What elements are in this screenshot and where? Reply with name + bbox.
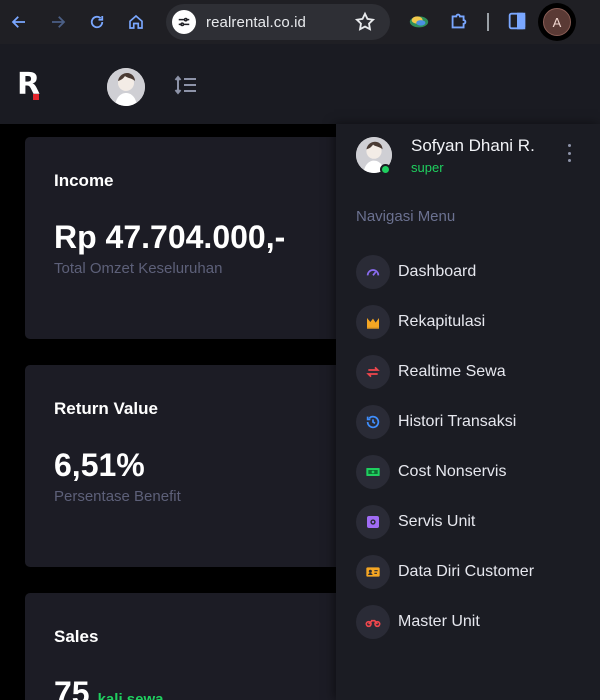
menu-item-icon-wrap	[356, 305, 390, 339]
card-title: Return Value	[54, 399, 158, 418]
card-value-row: 75 kali sewa	[54, 675, 163, 700]
card-inline-subtitle: kali sewa	[97, 691, 164, 700]
profile-initial: A	[543, 8, 571, 36]
settings-cog-icon	[367, 516, 379, 528]
id-card-icon	[366, 567, 380, 577]
menu-item-dashboard[interactable]: Dashboard	[356, 254, 586, 290]
site-info-button[interactable]	[172, 10, 196, 34]
profile-button[interactable]: A	[538, 3, 576, 41]
menu-item-rekapitulasi[interactable]: Rekapitulasi	[356, 304, 586, 340]
user-dropdown-menu: Sofyan Dhani R. super Navigasi Menu Dash…	[336, 124, 600, 700]
arrow-right-icon	[52, 16, 66, 28]
sales-card: Sales 75 kali sewa	[25, 593, 355, 700]
bookmark-button[interactable]	[354, 11, 376, 33]
puzzle-icon	[451, 13, 467, 29]
menu-item-label: Cost Nonservis	[398, 463, 507, 480]
logo-dot	[33, 94, 39, 100]
history-icon	[366, 415, 380, 429]
side-panel-button[interactable]	[506, 10, 528, 32]
header-avatar[interactable]	[107, 68, 145, 106]
card-value: Rp 47.704.000,-	[54, 219, 286, 255]
home-button[interactable]	[122, 8, 150, 36]
back-button[interactable]	[5, 8, 33, 36]
card-value: 6,51%	[54, 447, 145, 483]
toolbar-divider	[487, 13, 489, 31]
star-icon	[354, 11, 376, 31]
menu-item-realtime-sewa[interactable]: Realtime Sewa	[356, 354, 586, 390]
extensions-menu-button[interactable]	[448, 10, 470, 32]
menu-item-icon-wrap	[356, 505, 390, 539]
menu-heading: Navigasi Menu	[356, 208, 456, 225]
menu-item-icon-wrap	[356, 455, 390, 489]
chart-area-icon	[367, 318, 379, 329]
arrow-left-icon	[11, 16, 25, 28]
menu-item-label: Realtime Sewa	[398, 363, 506, 380]
kebab-dot-icon	[567, 151, 571, 155]
user-name: Sofyan Dhani R.	[411, 136, 535, 155]
kebab-dot-icon	[567, 144, 571, 147]
kebab-dot-icon	[567, 159, 571, 162]
more-options-button[interactable]	[564, 144, 574, 162]
menu-item-icon-wrap	[356, 355, 390, 389]
app-header: R	[0, 44, 600, 124]
speedometer-icon	[366, 269, 380, 276]
menu-item-histori-transaksi[interactable]: Histori Transaksi	[356, 404, 586, 440]
menu-item-label: Dashboard	[398, 263, 477, 280]
menu-item-label: Rekapitulasi	[398, 313, 486, 330]
sort-lines-icon	[174, 75, 196, 95]
tune-icon	[178, 17, 190, 27]
sort-toggle-button[interactable]	[174, 72, 198, 98]
menu-item-label: Data Diri Customer	[398, 563, 535, 580]
card-subtitle: Total Omzet Keseluruhan	[54, 260, 223, 277]
card-subtitle: Persentase Benefit	[54, 488, 181, 505]
swap-arrows-icon	[366, 366, 380, 378]
extension-button[interactable]	[408, 10, 430, 32]
online-status-dot	[380, 164, 391, 175]
menu-item-label: Master Unit	[398, 613, 480, 630]
menu-item-icon-wrap	[356, 605, 390, 639]
card-title: Sales	[54, 627, 99, 646]
home-icon	[129, 14, 143, 29]
menu-item-label: Histori Transaksi	[398, 413, 517, 430]
menu-item-data-diri-customer[interactable]: Data Diri Customer	[356, 554, 586, 590]
menu-item-icon-wrap	[356, 405, 390, 439]
menu-item-icon-wrap	[356, 555, 390, 589]
menu-item-master-unit[interactable]: Master Unit	[356, 604, 586, 640]
motorbike-icon	[365, 619, 381, 628]
browser-toolbar: realrental.co.id A	[0, 0, 600, 44]
return-value-card: Return Value 6,51% Persentase Benefit	[25, 365, 355, 567]
reload-button[interactable]	[83, 8, 111, 36]
user-role: super	[411, 160, 444, 175]
card-title: Income	[54, 171, 114, 190]
url-text: realrental.co.id	[206, 14, 306, 31]
income-card: Income Rp 47.704.000,- Total Omzet Kesel…	[25, 137, 355, 339]
menu-item-cost-nonservis[interactable]: Cost Nonservis	[356, 454, 586, 490]
money-icon	[366, 468, 380, 476]
forward-button[interactable]	[44, 8, 72, 36]
reload-icon	[90, 15, 104, 29]
avatar-photo-icon	[107, 68, 145, 106]
address-bar[interactable]: realrental.co.id	[166, 4, 390, 40]
side-panel-icon	[508, 12, 526, 30]
menu-item-servis-unit[interactable]: Servis Unit	[356, 504, 586, 540]
menu-item-label: Servis Unit	[398, 513, 476, 530]
menu-item-icon-wrap	[356, 255, 390, 289]
extension-colorful-icon	[409, 16, 429, 28]
card-value: 75	[54, 675, 90, 700]
